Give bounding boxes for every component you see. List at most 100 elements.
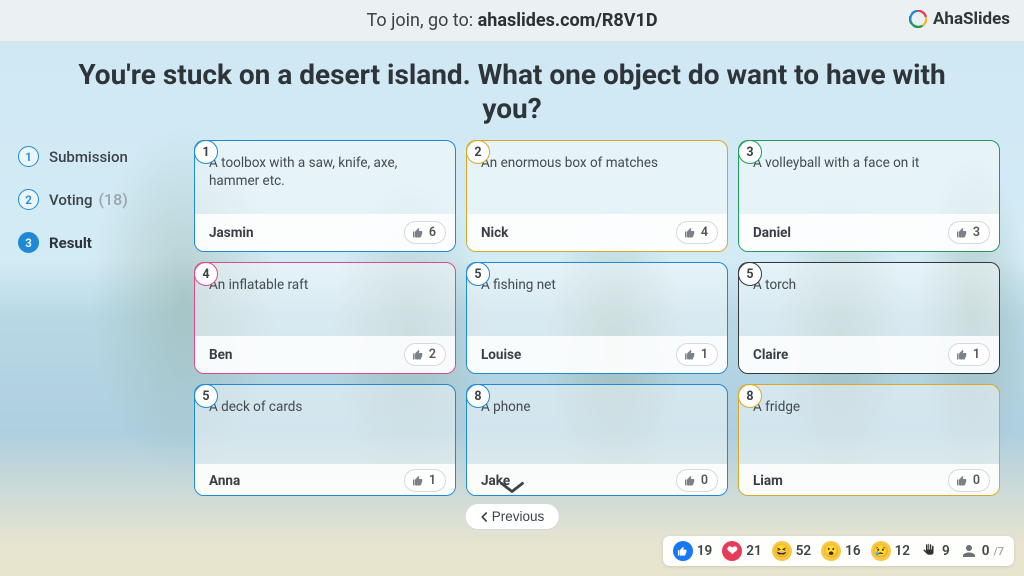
card-body: A phone	[467, 385, 727, 464]
vote-count: 4	[701, 225, 708, 240]
people-icon	[960, 542, 978, 560]
vote-pill[interactable]: 3	[948, 221, 990, 244]
answer-card[interactable]: 4An inflatable raftBen2	[194, 262, 456, 374]
card-body: A torch	[739, 263, 999, 336]
brand-name: AhaSlides	[933, 9, 1010, 29]
author-name: Nick	[481, 225, 508, 241]
heart-icon: ❤	[722, 541, 742, 561]
vote-count: 2	[429, 347, 436, 362]
vote-pill[interactable]: 1	[948, 343, 990, 366]
answer-text: An inflatable raft	[209, 277, 443, 294]
sad-icon: 😢	[871, 541, 891, 561]
reaction-wow[interactable]: 😮 16	[821, 541, 860, 561]
card-footer: Jasmin6	[195, 214, 455, 251]
topbar: To join, go to: ahaslides.com/R8V1D AhaS…	[0, 0, 1024, 42]
answer-card[interactable]: 2An enormous box of matchesNick4	[466, 140, 728, 252]
question-title: You're stuck on a desert island. What on…	[18, 52, 1006, 140]
like-icon	[673, 541, 693, 561]
thumb-up-icon	[684, 349, 696, 361]
vote-count: 3	[973, 225, 980, 240]
join-url: ahaslides.com/R8V1D	[478, 10, 658, 31]
main-content: You're stuck on a desert island. What on…	[0, 42, 1024, 532]
chevron-left-icon	[480, 512, 489, 522]
ahaslides-logo-icon	[909, 10, 927, 28]
join-prefix: To join, go to:	[366, 10, 473, 31]
reaction-laugh[interactable]: 😆 52	[772, 541, 811, 561]
step-voting[interactable]: 2 Voting (18)	[18, 189, 194, 210]
card-footer: Claire 1	[739, 336, 999, 373]
card-footer: Nick 4	[467, 214, 727, 251]
vote-pill[interactable]: 0	[948, 469, 990, 492]
vote-count: 1	[701, 347, 708, 362]
card-body: An inflatable raft	[195, 263, 455, 336]
answer-card[interactable]: 3 A volleyball with a face on it Daniel 3	[738, 140, 1000, 252]
author-name: Ben	[209, 347, 232, 363]
thumb-up-icon	[412, 349, 424, 361]
answer-text: A deck of cards	[209, 399, 443, 416]
answer-text: A torch	[753, 277, 987, 294]
card-footer: Louise 1	[467, 336, 727, 373]
vote-count: 0	[973, 473, 980, 488]
answer-card[interactable]: 8A fridgeLiam0	[738, 384, 1000, 496]
brand-logo: AhaSlides	[909, 9, 1010, 29]
participants-count[interactable]: 0/7	[960, 542, 1004, 560]
vote-count: 1	[973, 347, 980, 362]
vote-pill[interactable]: 2	[404, 343, 446, 366]
card-footer: Liam 0	[739, 464, 999, 495]
answer-card[interactable]: 5A torchClaire1	[738, 262, 1000, 374]
thumb-up-icon	[956, 349, 968, 361]
card-body: A fridge	[739, 385, 999, 464]
thumb-up-icon	[956, 475, 968, 487]
reaction-sad[interactable]: 😢 12	[871, 541, 910, 561]
vote-pill[interactable]: 1	[676, 343, 718, 366]
card-body: A volleyball with a face on it	[739, 141, 999, 214]
answer-card[interactable]: 5A fishing netLouise1	[466, 262, 728, 374]
answer-text: A fridge	[753, 399, 987, 416]
thumb-up-icon	[956, 227, 968, 239]
vote-pill[interactable]: 4	[676, 221, 718, 244]
previous-label: Previous	[492, 509, 545, 524]
thumb-up-icon	[684, 475, 696, 487]
card-body: An enormous box of matches	[467, 141, 727, 214]
step-result[interactable]: 3 Result	[18, 232, 194, 253]
reaction-like[interactable]: 19	[673, 541, 712, 561]
reaction-heart[interactable]: ❤ 21	[722, 541, 761, 561]
answer-text: An enormous box of matches	[481, 155, 715, 172]
vote-pill[interactable]: 6	[404, 221, 446, 244]
card-body: A deck of cards	[195, 385, 455, 464]
answer-text: A toolbox with a saw, knife, axe, hammer…	[209, 155, 443, 190]
hand-icon	[920, 542, 938, 560]
answers-grid-wrap: 1 A toolbox with a saw, knife, axe, hamme…	[194, 140, 1006, 532]
answer-text: A phone	[481, 399, 715, 416]
step-submission[interactable]: 1 Submission	[18, 146, 194, 167]
vote-count: 6	[429, 225, 436, 240]
answers-grid: 1 A toolbox with a saw, knife, axe, hamme…	[194, 140, 1006, 496]
answer-card[interactable]: 1A toolbox with a saw, knife, axe, hamme…	[194, 140, 456, 252]
thumb-up-icon	[412, 475, 424, 487]
wow-icon: 😮	[821, 541, 841, 561]
card-body: A toolbox with a saw, knife, axe, hammer…	[195, 141, 455, 214]
laugh-icon: 😆	[772, 541, 792, 561]
card-body: A fishing net	[467, 263, 727, 336]
thumb-up-icon	[412, 227, 424, 239]
vote-pill[interactable]: 0	[676, 469, 718, 492]
thumb-up-icon	[684, 227, 696, 239]
answer-text: A fishing net	[481, 277, 715, 294]
answer-text: A volleyball with a face on it	[753, 155, 987, 172]
steps-sidebar: 1 Submission 2 Voting (18) 3 Result	[18, 140, 194, 532]
author-name: Claire	[753, 347, 788, 363]
reaction-hand[interactable]: 9	[920, 542, 950, 560]
reactions-bar: 19 ❤ 21 😆 52 😮 16 😢 12 9 0/7	[663, 536, 1014, 566]
expand-chevron-icon[interactable]	[498, 480, 526, 496]
author-name: Liam	[753, 473, 783, 489]
vote-pill[interactable]: 1	[404, 469, 446, 492]
vote-count: 0	[701, 473, 708, 488]
card-footer: Daniel 3	[739, 214, 999, 251]
previous-button[interactable]: Previous	[465, 503, 560, 530]
author-name: Daniel	[753, 225, 791, 241]
card-footer: Ben 2	[195, 336, 455, 373]
card-footer: Anna1	[195, 464, 455, 495]
author-name: Louise	[481, 347, 521, 363]
vote-count: 1	[429, 473, 436, 488]
answer-card[interactable]: 5A deck of cardsAnna1	[194, 384, 456, 496]
